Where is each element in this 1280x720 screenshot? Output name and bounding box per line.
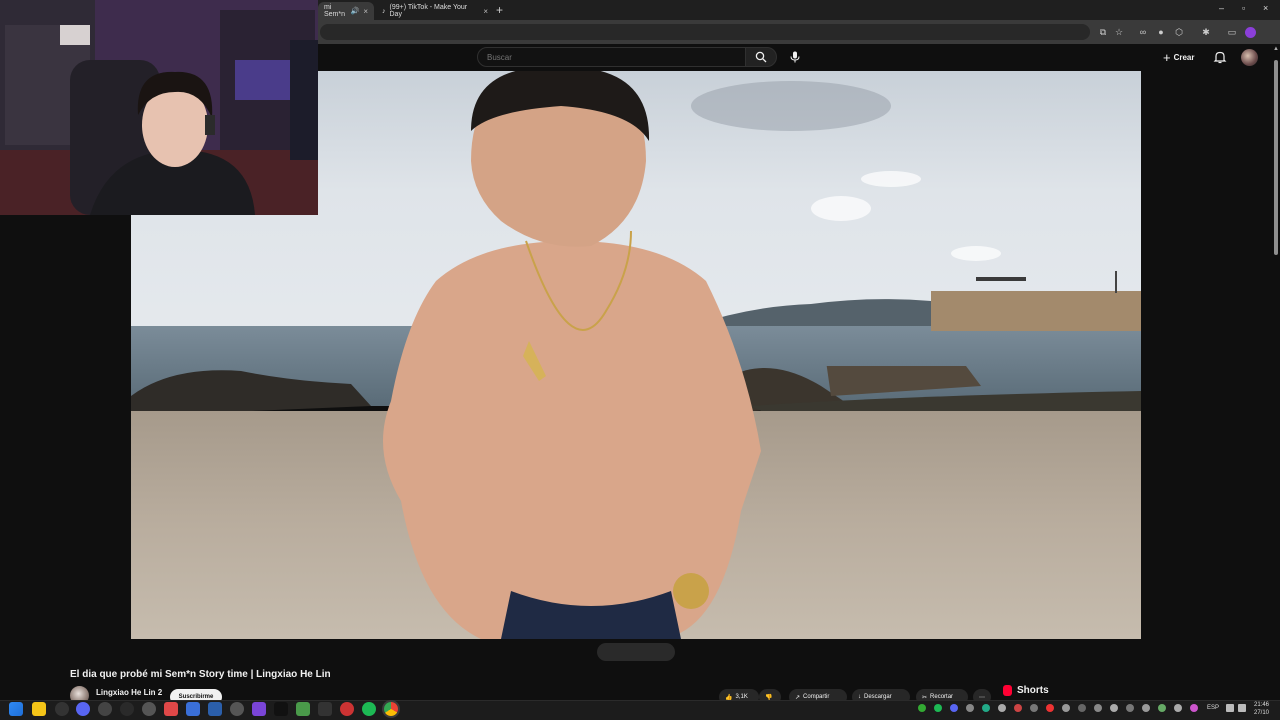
bell-icon[interactable] bbox=[1213, 50, 1227, 64]
puzzle-icon[interactable]: ✱ bbox=[1200, 26, 1212, 38]
search-icon bbox=[755, 51, 767, 63]
tray-icon[interactable] bbox=[934, 704, 942, 712]
close-tab-icon[interactable]: × bbox=[363, 7, 368, 16]
install-icon[interactable]: ⧉ bbox=[1097, 26, 1109, 38]
tray-icon[interactable] bbox=[982, 704, 990, 712]
volume-icon[interactable] bbox=[1238, 704, 1246, 712]
language-indicator[interactable]: ESP bbox=[1207, 705, 1219, 711]
app-icon[interactable] bbox=[164, 702, 178, 716]
tray-icon[interactable] bbox=[998, 704, 1006, 712]
channel-name[interactable]: Lingxiao He Lin 2 bbox=[96, 688, 162, 697]
app-icon[interactable] bbox=[296, 702, 310, 716]
tab-label: mi Sem*n bbox=[324, 4, 346, 18]
tray-icon[interactable] bbox=[1126, 704, 1134, 712]
network-icon[interactable] bbox=[1226, 704, 1234, 712]
speaker-icon: 🔊 bbox=[350, 8, 360, 15]
tray-icon[interactable] bbox=[1094, 704, 1102, 712]
create-button[interactable]: + Crear bbox=[1163, 49, 1195, 65]
voice-search-button[interactable] bbox=[785, 47, 805, 67]
webcam-feed bbox=[0, 0, 318, 215]
clock[interactable]: 21:46 27/10 bbox=[1254, 701, 1269, 717]
clock-date: 27/10 bbox=[1254, 710, 1270, 716]
tray-icon[interactable] bbox=[1014, 704, 1022, 712]
tab-active[interactable]: mi Sem*n 🔊 × bbox=[318, 2, 374, 20]
tiktok-icon: ♪ bbox=[382, 7, 386, 15]
windows-start-icon[interactable] bbox=[9, 702, 23, 716]
close-icon[interactable]: × bbox=[1263, 3, 1268, 13]
app-icon[interactable] bbox=[76, 702, 90, 716]
mic-tray-icon[interactable] bbox=[1190, 704, 1198, 712]
clock-time: 21:46 bbox=[1254, 702, 1270, 708]
tray-icon[interactable] bbox=[1174, 704, 1182, 712]
extension-icon[interactable]: ∞ bbox=[1137, 26, 1149, 38]
close-tab-icon[interactable]: × bbox=[483, 7, 488, 16]
profile-avatar[interactable] bbox=[1245, 27, 1256, 38]
tray-icon[interactable] bbox=[966, 704, 974, 712]
tray-icon[interactable] bbox=[1046, 704, 1054, 712]
tiktok-icon[interactable] bbox=[274, 702, 288, 716]
minimize-icon[interactable]: – bbox=[1219, 3, 1224, 13]
tray-icon[interactable] bbox=[1158, 704, 1166, 712]
extension-icon[interactable]: ● bbox=[1155, 26, 1167, 38]
shorts-icon bbox=[1003, 685, 1012, 696]
search-taskbar-icon[interactable] bbox=[55, 702, 69, 716]
video-person bbox=[383, 71, 761, 639]
app-icon[interactable] bbox=[340, 702, 354, 716]
tray-icon[interactable] bbox=[1030, 704, 1038, 712]
spotify-icon[interactable] bbox=[362, 702, 376, 716]
chrome-icon[interactable] bbox=[384, 702, 398, 716]
app-icon[interactable] bbox=[120, 702, 134, 716]
shorts-label: Shorts bbox=[1017, 685, 1049, 696]
address-bar[interactable] bbox=[320, 24, 1090, 40]
mic-icon bbox=[790, 51, 800, 63]
streamer-webcam bbox=[0, 0, 318, 215]
file-explorer-icon[interactable] bbox=[32, 702, 46, 716]
sidebar-icon[interactable]: ▭ bbox=[1226, 26, 1238, 38]
tray-icon[interactable] bbox=[1062, 704, 1070, 712]
steam-icon[interactable] bbox=[208, 702, 222, 716]
create-label: Crear bbox=[1173, 52, 1195, 62]
video-frame-fortress bbox=[931, 271, 1141, 331]
tray-icon[interactable] bbox=[1078, 704, 1086, 712]
plus-icon: + bbox=[1163, 49, 1171, 65]
tray-icon[interactable] bbox=[950, 704, 958, 712]
search-input[interactable] bbox=[477, 47, 746, 67]
search-button[interactable] bbox=[745, 47, 777, 67]
tab-tiktok[interactable]: ♪ (99+) TikTok - Make Your Day × bbox=[376, 2, 494, 20]
avatar[interactable] bbox=[1241, 49, 1258, 66]
app-icon[interactable] bbox=[318, 702, 332, 716]
app-icon[interactable] bbox=[252, 702, 266, 716]
tab-label: (99+) TikTok - Make Your Day bbox=[389, 4, 468, 18]
scroll-up-icon[interactable]: ▲ bbox=[1273, 46, 1279, 52]
video-title: El dia que probé mi Sem*n Story time | L… bbox=[70, 669, 331, 680]
app-icon[interactable] bbox=[98, 702, 112, 716]
scrollbar-thumb[interactable] bbox=[1274, 60, 1278, 255]
extension-icon[interactable]: ⬡ bbox=[1173, 26, 1185, 38]
tray-icon[interactable] bbox=[1142, 704, 1150, 712]
app-icon[interactable] bbox=[230, 702, 244, 716]
player-controls[interactable] bbox=[597, 643, 675, 661]
restore-icon[interactable]: ▫ bbox=[1242, 3, 1245, 13]
new-tab-button[interactable]: + bbox=[496, 3, 503, 17]
app-icon[interactable] bbox=[142, 702, 156, 716]
app-icon[interactable] bbox=[186, 702, 200, 716]
tray-icon[interactable] bbox=[1110, 704, 1118, 712]
tray-icon[interactable] bbox=[918, 704, 926, 712]
star-icon[interactable]: ☆ bbox=[1113, 26, 1125, 38]
shorts-shelf-header[interactable]: Shorts bbox=[1003, 685, 1049, 696]
